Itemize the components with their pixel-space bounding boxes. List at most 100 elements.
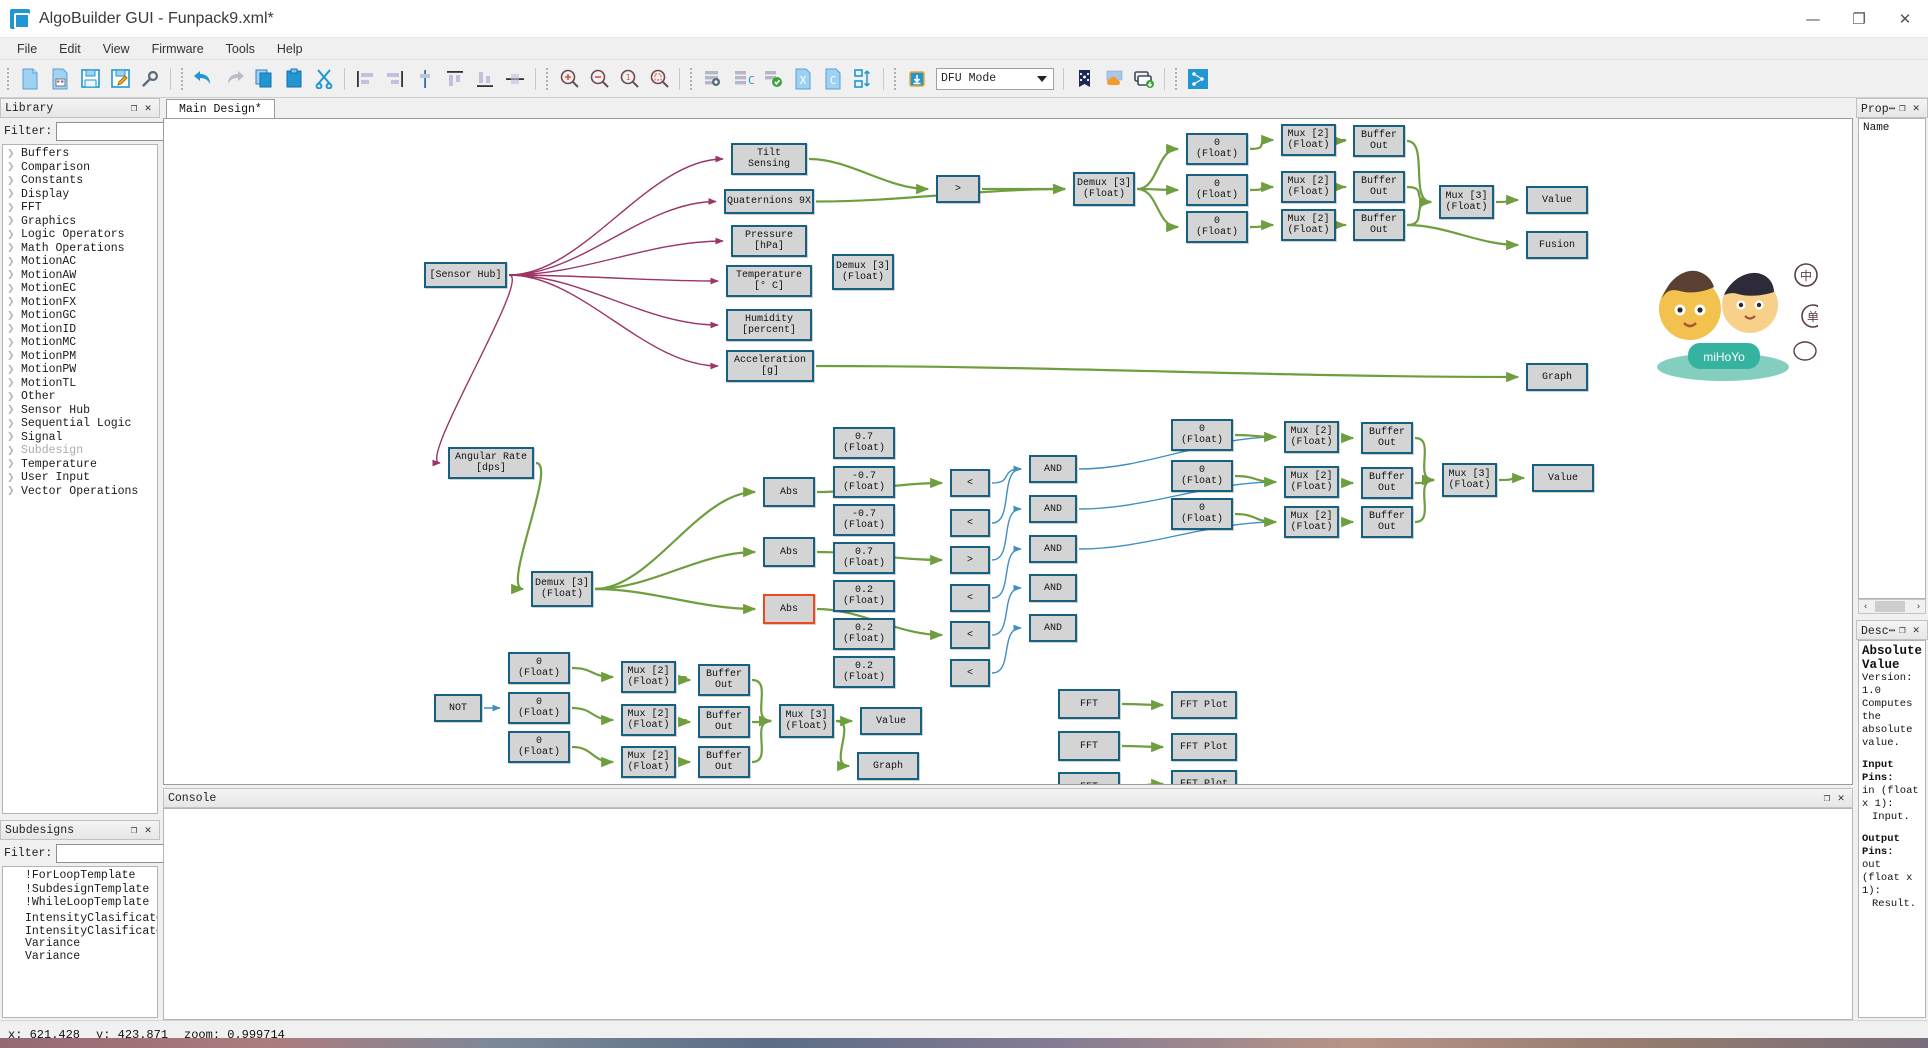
diagram-node-k02a[interactable]: 0.2 (Float)	[833, 580, 895, 612]
diagram-node-demux_top[interactable]: Demux [3] (Float)	[1073, 172, 1135, 206]
diagram-node-mux_b3[interactable]: Mux [2] (Float)	[621, 746, 676, 778]
diagram-node-mux_t3[interactable]: Mux [2] (Float)	[1281, 209, 1336, 241]
wrench-icon[interactable]	[135, 64, 165, 94]
diagram-node-c0_b1[interactable]: 0 (Float)	[508, 652, 570, 684]
redo-icon[interactable]	[219, 64, 249, 94]
diagram-node-k07b[interactable]: 0.7 (Float)	[833, 542, 895, 574]
diagram-node-cmp4[interactable]: <	[950, 584, 990, 612]
diagram-node-humid[interactable]: Humidity [percent]	[726, 309, 812, 341]
chevron-right-icon[interactable]: ❯	[7, 257, 21, 267]
validate-icon[interactable]	[758, 64, 788, 94]
diagram-node-cmp2[interactable]: <	[950, 509, 990, 537]
diagram-node-and3[interactable]: AND	[1029, 535, 1077, 563]
chevron-right-icon[interactable]: ❯	[7, 351, 21, 361]
diagram-node-fft2[interactable]: FFT	[1058, 731, 1120, 761]
diagram-node-buf_b3[interactable]: Buffer Out	[698, 746, 750, 778]
library-item-motionpm[interactable]: ❯ MotionPM	[3, 350, 157, 364]
diagram-node-buf_b1[interactable]: Buffer Out	[698, 664, 750, 696]
tab-main-design[interactable]: Main Design*	[166, 99, 275, 118]
resize-icon[interactable]	[848, 64, 878, 94]
chevron-right-icon[interactable]: ❯	[7, 392, 21, 402]
diagram-node-angrate[interactable]: Angular Rate [dps]	[448, 447, 534, 479]
save-as-icon[interactable]	[105, 64, 135, 94]
copy-icon[interactable]	[249, 64, 279, 94]
library-item-vector-operations[interactable]: ❯ Vector Operations	[3, 485, 157, 499]
diagram-node-fftp3[interactable]: FFT Plot	[1171, 770, 1237, 784]
diagram-node-pressure[interactable]: Pressure [hPa]	[731, 225, 807, 257]
cut-icon[interactable]	[309, 64, 339, 94]
library-item-logic-operators[interactable]: ❯ Logic Operators	[3, 228, 157, 242]
diagram-node-fusion[interactable]: Fusion	[1526, 231, 1588, 259]
diagram-node-mux_t2[interactable]: Mux [2] (Float)	[1281, 171, 1336, 203]
diagram-node-mux3_t[interactable]: Mux [3] (Float)	[1439, 185, 1494, 219]
diagram-node-buf_m2[interactable]: Buffer Out	[1361, 467, 1413, 499]
chevron-right-icon[interactable]: ❯	[7, 230, 21, 240]
flash-firmware-icon[interactable]	[902, 64, 932, 94]
diagram-node-k02c[interactable]: 0.2 (Float)	[833, 656, 895, 688]
chevron-right-icon[interactable]: ❯	[7, 203, 21, 213]
subdesign-list-item[interactable]: !SubdesignTemplate	[3, 883, 157, 897]
library-item-math-operations[interactable]: ❯ Math Operations	[3, 242, 157, 256]
diagram-node-km07a[interactable]: -0.7 (Float)	[833, 466, 895, 498]
diagram-node-and1[interactable]: AND	[1029, 455, 1077, 483]
menu-view[interactable]: View	[92, 40, 141, 58]
diagram-node-sensorhub[interactable]: [Sensor Hub]	[424, 262, 507, 288]
library-item-constants[interactable]: ❯ Constants	[3, 174, 157, 188]
scroll-thumb[interactable]	[1875, 601, 1905, 612]
mode-select[interactable]: DFU Mode	[936, 67, 1054, 90]
chevron-right-icon[interactable]: ❯	[7, 338, 21, 348]
diagram-node-fft1[interactable]: FFT	[1058, 689, 1120, 719]
diagram-node-k02b[interactable]: 0.2 (Float)	[833, 618, 895, 650]
diagram-node-fftp1[interactable]: FFT Plot	[1171, 691, 1237, 719]
chevron-right-icon[interactable]: ❯	[7, 446, 21, 456]
library-item-user-input[interactable]: ❯ User Input	[3, 471, 157, 485]
subdesigns-float-icon[interactable]: ❐	[127, 823, 141, 837]
library-item-subdesign[interactable]: ❯ Subdesign	[3, 444, 157, 458]
diagram-node-abs1[interactable]: Abs	[763, 477, 815, 507]
cloud-icon[interactable]	[1099, 64, 1129, 94]
diagram-node-and5[interactable]: AND	[1029, 614, 1077, 642]
chevron-right-icon[interactable]: ❯	[7, 473, 21, 483]
properties-hscrollbar[interactable]: ‹ ›	[1858, 599, 1926, 614]
diagram-node-c0_b3[interactable]: 0 (Float)	[508, 731, 570, 763]
diagram-node-mux3_b[interactable]: Mux [3] (Float)	[779, 704, 834, 738]
library-item-comparison[interactable]: ❯ Comparison	[3, 161, 157, 175]
subdesign-list-item[interactable]: IntensityClasificat⋯	[3, 923, 157, 938]
diagram-node-c0_t2[interactable]: 0 (Float)	[1186, 174, 1248, 206]
library-float-icon[interactable]: ❐	[127, 101, 141, 115]
library-item-motionmc[interactable]: ❯ MotionMC	[3, 336, 157, 350]
library-close-icon[interactable]: ✕	[141, 101, 155, 115]
diagram-node-not1[interactable]: NOT	[434, 694, 482, 722]
chevron-right-icon[interactable]: ❯	[7, 405, 21, 415]
diagram-node-demux_mid[interactable]: Demux [3] (Float)	[832, 254, 894, 290]
zoom-actual-icon[interactable]: 1	[614, 64, 644, 94]
subdesigns-list[interactable]: !ForLoopTemplate !SubdesignTemplate !While…	[2, 866, 158, 1018]
chevron-right-icon[interactable]: ❯	[7, 149, 21, 159]
menu-file[interactable]: File	[6, 40, 48, 58]
diagram-node-val_b[interactable]: Value	[860, 707, 922, 735]
export-xml-icon[interactable]: X	[788, 64, 818, 94]
diagram-node-graph_b[interactable]: Graph	[857, 752, 919, 780]
generate-c-icon[interactable]: C	[728, 64, 758, 94]
diagram-node-cmp5[interactable]: <	[950, 621, 990, 649]
library-item-motionaw[interactable]: ❯ MotionAW	[3, 269, 157, 283]
chevron-right-icon[interactable]: ❯	[7, 432, 21, 442]
diagram-node-demux_low[interactable]: Demux [3] (Float)	[531, 571, 593, 607]
maximize-button[interactable]: ❐	[1836, 0, 1882, 38]
diagram-node-buf_m1[interactable]: Buffer Out	[1361, 422, 1413, 454]
library-item-display[interactable]: ❯ Display	[3, 188, 157, 202]
description-float-icon[interactable]: ❐	[1896, 623, 1910, 637]
library-item-motionac[interactable]: ❯ MotionAC	[3, 255, 157, 269]
chevron-right-icon[interactable]: ❯	[7, 243, 21, 253]
diagram-node-graph_t[interactable]: Graph	[1526, 363, 1588, 391]
scroll-right-icon[interactable]: ›	[1912, 602, 1925, 612]
build-settings-icon[interactable]	[698, 64, 728, 94]
diagram-node-mux_m3[interactable]: Mux [2] (Float)	[1284, 506, 1339, 538]
library-item-motionec[interactable]: ❯ MotionEC	[3, 282, 157, 296]
align-right-icon[interactable]	[380, 64, 410, 94]
align-vertical-icon[interactable]	[410, 64, 440, 94]
export-c-icon[interactable]: C	[818, 64, 848, 94]
toolbar-grip-6[interactable]	[1173, 67, 1180, 90]
library-item-graphics[interactable]: ❯ Graphics	[3, 215, 157, 229]
chevron-right-icon[interactable]: ❯	[7, 297, 21, 307]
